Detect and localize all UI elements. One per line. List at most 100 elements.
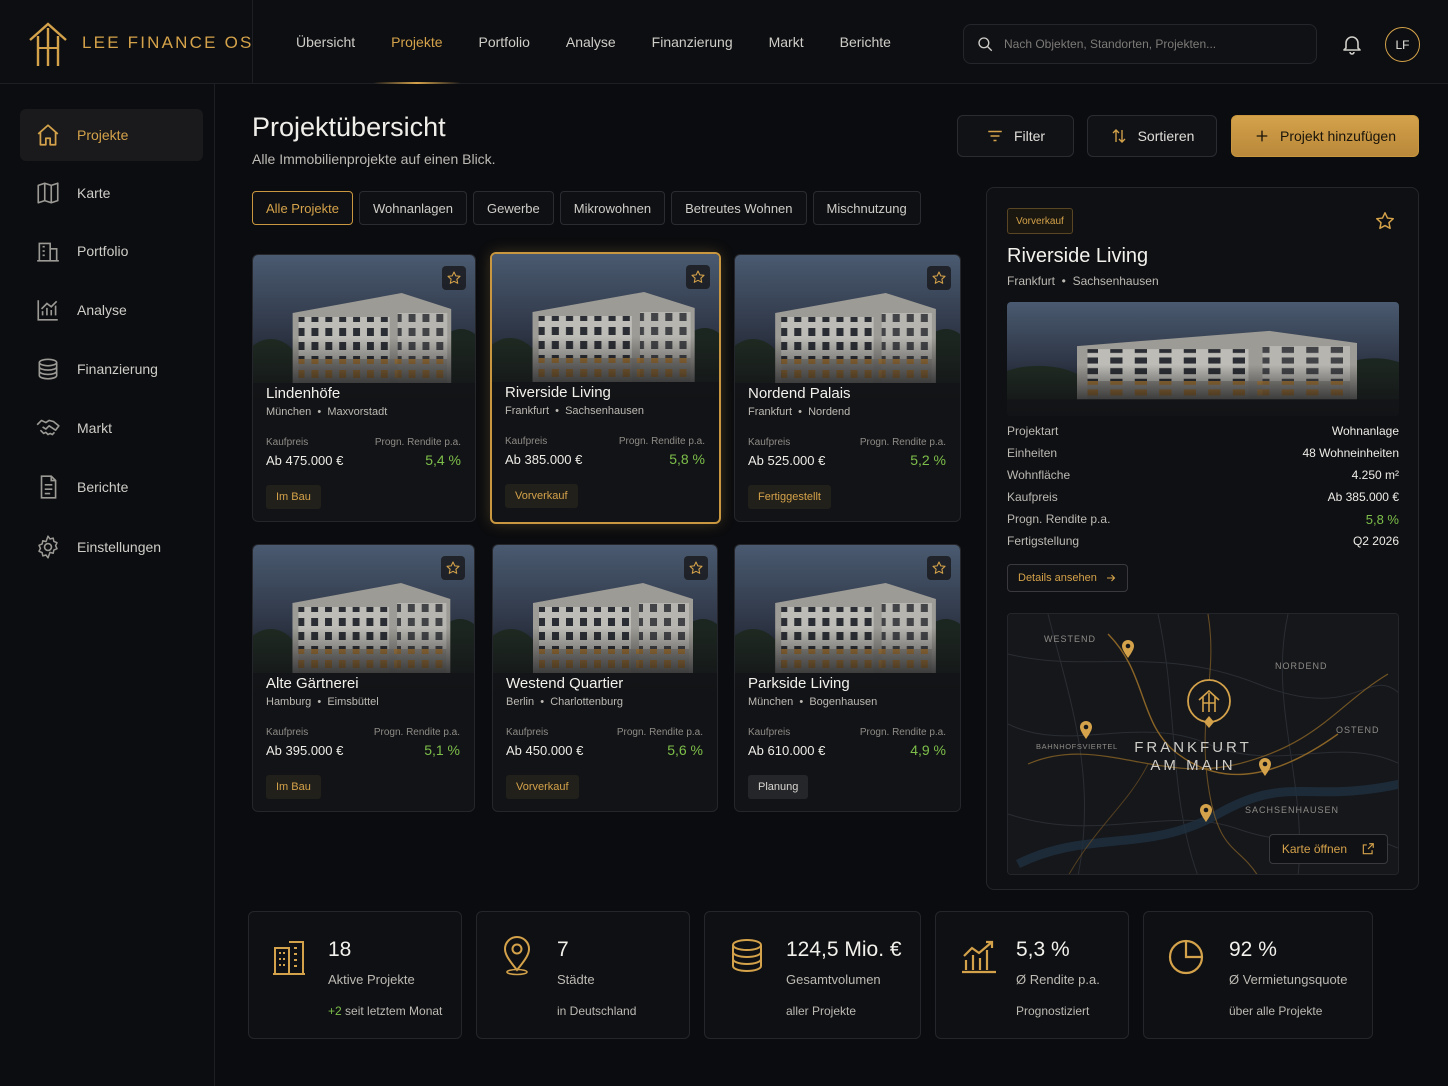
detail-row-value: Ab 385.000 €: [1327, 490, 1399, 504]
buildings-icon: [273, 941, 305, 975]
price-label: Kaufpreis: [266, 437, 309, 448]
project-yield: 5,8 %: [669, 451, 705, 467]
map-district-sachsenhausen: SACHSENHAUSEN: [1245, 805, 1340, 815]
open-map-button-label: Karte öffnen: [1281, 842, 1347, 856]
sidebar-item-market[interactable]: Markt: [20, 402, 203, 454]
favorite-star-icon[interactable]: [927, 266, 951, 290]
growth-chart-icon: [962, 940, 996, 974]
sidebar-item-label: Einstellungen: [77, 539, 162, 555]
map-district-bahnhofsviertel: BAHNHOFSVIERTEL: [1036, 742, 1118, 751]
open-map-button[interactable]: Karte öffnen: [1268, 834, 1388, 864]
project-card-westend-quartier[interactable]: Westend Quartier Berlin • Charlottenburg…: [492, 544, 718, 812]
project-card-parkside-living[interactable]: Parkside Living München • Bogenhausen Ka…: [734, 544, 961, 812]
avatar[interactable]: LF: [1385, 27, 1420, 62]
project-price: Ab 450.000 €: [506, 743, 584, 758]
arrow-right-icon: [1106, 574, 1116, 582]
stat-value: 124,5 Mio. €: [786, 938, 902, 961]
chip-residential[interactable]: Wohnanlagen: [358, 191, 467, 225]
brand-name: LEE FINANCE OS: [82, 33, 254, 52]
details-view-button[interactable]: Details ansehen: [1007, 564, 1128, 592]
sidebar-item-analysis[interactable]: Analyse: [20, 284, 203, 336]
status-badge: Vorverkauf: [505, 484, 578, 508]
map-location-pin-icon[interactable]: [1079, 720, 1093, 740]
favorite-star-icon[interactable]: [927, 556, 951, 580]
project-card-alte-gaertnerei[interactable]: Alte Gärtnerei Hamburg • Eimsbüttel Kauf…: [252, 544, 475, 812]
location-map[interactable]: WESTEND NORDEND OSTEND BAHNHOFSVIERTEL S…: [1007, 613, 1399, 875]
report-icon: [40, 475, 57, 499]
map-location-pin-icon[interactable]: [1121, 639, 1135, 659]
detail-row-value: Wohnanlage: [1331, 424, 1399, 438]
map-location-pin-icon[interactable]: [1199, 803, 1213, 823]
sidebar-item-map[interactable]: Karte: [20, 167, 203, 219]
top-nav-overview[interactable]: Übersicht: [278, 0, 373, 84]
chip-commercial[interactable]: Gewerbe: [472, 191, 554, 225]
filter-button[interactable]: Filter: [957, 115, 1074, 157]
status-badge: Im Bau: [266, 485, 321, 509]
status-badge: Planung: [748, 775, 809, 799]
detail-row-value: Q2 2026: [1352, 534, 1399, 548]
sidebar-item-settings[interactable]: Einstellungen: [20, 521, 203, 573]
sidebar-item-reports[interactable]: Berichte: [20, 461, 203, 513]
project-price: Ab 385.000 €: [505, 452, 583, 467]
detail-row: Progn. Rendite p.a. 5,8 %: [1007, 512, 1399, 532]
top-nav-reports[interactable]: Berichte: [822, 0, 909, 84]
detail-row-key: Wohnfläche: [1007, 468, 1071, 482]
detail-row: Projektart Wohnanlage: [1007, 424, 1399, 444]
project-district: Charlottenburg: [550, 696, 623, 708]
chip-all-projects[interactable]: Alle Projekte: [252, 191, 353, 225]
favorite-star-icon[interactable]: [441, 556, 465, 580]
top-nav-financing[interactable]: Finanzierung: [634, 0, 751, 84]
sort-button[interactable]: Sortieren: [1087, 115, 1217, 157]
project-image: [492, 254, 719, 404]
project-name: Lindenhöfe: [266, 385, 341, 402]
sidebar-item-projects[interactable]: Projekte: [20, 109, 203, 161]
bell-icon[interactable]: [1340, 32, 1364, 56]
add-project-button[interactable]: Projekt hinzufügen: [1231, 115, 1419, 157]
detail-favorite-star-icon[interactable]: [1374, 210, 1396, 232]
project-name: Nordend Palais: [748, 385, 851, 402]
add-project-button-label: Projekt hinzufügen: [1280, 128, 1396, 144]
pie-chart-icon: [1168, 939, 1204, 975]
top-nav-analysis[interactable]: Analyse: [548, 0, 634, 84]
project-price: Ab 610.000 €: [748, 743, 826, 758]
detail-project-image: [1007, 302, 1399, 416]
chip-micro-living[interactable]: Mikrowohnen: [559, 191, 666, 225]
favorite-star-icon[interactable]: [442, 266, 466, 290]
stat-label: Ø Rendite p.a.: [1016, 972, 1100, 987]
stat-sub: aller Projekte: [786, 1004, 857, 1018]
top-nav-market[interactable]: Markt: [751, 0, 822, 84]
chip-assisted-living[interactable]: Betreutes Wohnen: [671, 191, 807, 225]
favorite-star-icon[interactable]: [684, 556, 708, 580]
map-location-pin-icon[interactable]: [1258, 757, 1272, 777]
yield-label: Progn. Rendite p.a.: [859, 437, 946, 448]
top-nav-portfolio[interactable]: Portfolio: [461, 0, 548, 84]
project-name: Alte Gärtnerei: [266, 675, 359, 692]
top-nav-projects[interactable]: Projekte: [373, 0, 461, 84]
map-city-line2: AM MAIN: [1150, 757, 1236, 774]
sidebar-item-label: Analyse: [77, 302, 127, 318]
project-district: Sachsenhausen: [565, 405, 644, 417]
price-label: Kaufpreis: [266, 727, 309, 738]
sidebar-item-financing[interactable]: Finanzierung: [20, 343, 203, 395]
project-location: München • Maxvorstadt: [266, 406, 388, 418]
project-name: Parkside Living: [748, 675, 850, 692]
sidebar-item-portfolio[interactable]: Portfolio: [20, 225, 203, 277]
chip-mixed-use[interactable]: Mischnutzung: [812, 191, 921, 225]
favorite-star-icon[interactable]: [686, 265, 710, 289]
filter-icon: [988, 130, 1002, 142]
map-project-pin-icon[interactable]: [1184, 676, 1234, 734]
detail-row: Kaufpreis Ab 385.000 €: [1007, 490, 1399, 510]
detail-row: Einheiten 48 Wohneinheiten: [1007, 446, 1399, 466]
detail-row-value: 4.250 m²: [1351, 468, 1399, 482]
project-card-riverside-living[interactable]: Riverside Living Frankfurt • Sachsenhaus…: [490, 252, 721, 524]
project-card-lindenhoefe[interactable]: Lindenhöfe München • Maxvorstadt Kaufpre…: [252, 254, 476, 522]
brand[interactable]: LEE FINANCE OS: [26, 18, 254, 68]
search-input[interactable]: [1004, 37, 1304, 51]
yield-label: Progn. Rendite p.a.: [373, 727, 460, 738]
project-yield: 5,6 %: [667, 742, 703, 758]
stat-label: Aktive Projekte: [328, 972, 415, 987]
project-card-nordend-palais[interactable]: Nordend Palais Frankfurt • Nordend Kaufp…: [734, 254, 961, 522]
price-label: Kaufpreis: [506, 727, 549, 738]
project-location: Berlin • Charlottenburg: [506, 696, 623, 708]
sort-button-label: Sortieren: [1137, 128, 1195, 144]
